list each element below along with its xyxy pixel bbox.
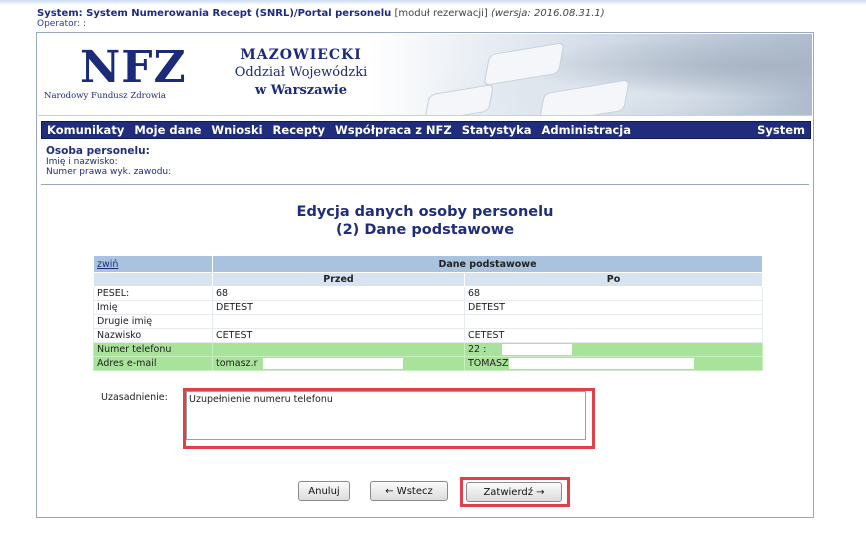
collapse-link[interactable]: zwiń [97, 259, 118, 270]
row-value-after: 22 : [468, 344, 487, 355]
menu-item-recepty[interactable]: Recepty [268, 123, 331, 137]
table-row: Drugie imię [93, 314, 763, 329]
row-label: PESEL: [93, 286, 213, 301]
row-label: Drugie imię [93, 314, 213, 329]
row-value-after [464, 314, 763, 329]
page-title-line-1: Edycja danych osoby personelu [296, 204, 554, 220]
row-value-before: CETEST [212, 328, 465, 343]
page-frame: NFZ Narodowy Fundusz Zdrowia MAZOWIECKI … [36, 32, 814, 518]
row-value-after: 68 [464, 286, 763, 301]
row-value-before: tomasz.r [216, 358, 258, 369]
keyboard-key-image [483, 41, 565, 87]
justification-label: Uzasadnienie: [101, 392, 168, 403]
redacted-box [502, 344, 573, 355]
branch-line-3: w Warszawie [255, 83, 347, 98]
row-value-after: TOMASZ [468, 358, 509, 369]
page-title-line-2: (2) Dane podstawowe [335, 222, 515, 238]
keyboard-key-image [423, 83, 495, 115]
operator-label: Operator: : [37, 19, 87, 29]
branch-line-2: Oddział Wojewódzki [234, 65, 368, 80]
basic-data-table: zwiń Dane podstawowe Przed Po PESEL: 68 … [93, 255, 763, 371]
confirm-highlight: Zatwierdź → [460, 477, 570, 507]
branch-name: MAZOWIECKI Oddział Wojewódzki w Warszawi… [216, 46, 386, 100]
person-name-label: Imię i nazwisko: [46, 157, 118, 167]
row-label: Adres e-mail [93, 356, 213, 371]
row-value-after-cell: TOMASZ [464, 356, 763, 371]
main-menu: Komunikaty Moje dane Wnioski Recepty Wsp… [41, 121, 811, 139]
redacted-box [263, 358, 404, 369]
row-value-after: DETEST [464, 300, 763, 315]
row-label: Numer telefonu [93, 342, 213, 357]
person-license-label: Numer prawa wyk. zawodu: [46, 167, 172, 177]
menu-item-system[interactable]: System [752, 123, 810, 137]
table-title: Dane podstawowe [212, 255, 763, 273]
menu-item-komunikaty[interactable]: Komunikaty [42, 123, 129, 137]
top-gradient-bar [0, 0, 866, 5]
menu-item-wspolpraca[interactable]: Współpraca z NFZ [330, 123, 457, 137]
table-row: Imię DETEST DETEST [93, 300, 763, 315]
table-row: PESEL: 68 68 [93, 286, 763, 301]
table-row: Nazwisko CETEST CETEST [93, 328, 763, 343]
menu-item-administracja[interactable]: Administracja [537, 123, 636, 137]
row-value-before [212, 314, 465, 329]
row-value-before [212, 342, 465, 357]
row-value-before: 68 [212, 286, 465, 301]
table-row-changed: Adres e-mail tomasz.r TOMASZ [93, 356, 763, 371]
cancel-button[interactable]: Anuluj [298, 481, 350, 501]
back-button[interactable]: ← Wstecz [370, 481, 448, 501]
person-info: Osoba personelu: Imię i nazwisko: Numer … [46, 145, 171, 177]
version-label: (wersja: 2016.08.31.1) [490, 8, 605, 19]
menu-item-moje-dane[interactable]: Moje dane [129, 123, 206, 137]
row-label: Nazwisko [93, 328, 213, 343]
row-value-after: CETEST [464, 328, 763, 343]
redacted-box [508, 358, 694, 369]
column-header-empty [93, 272, 213, 287]
branch-line-1: MAZOWIECKI [240, 47, 362, 63]
table-header-row: zwiń Dane podstawowe [93, 255, 763, 273]
justification-input[interactable]: Uzupełnienie numeru telefonu [186, 391, 586, 440]
column-header-after: Po [464, 272, 763, 287]
row-label: Imię [93, 300, 213, 315]
row-value-after-cell: 22 : [464, 342, 763, 357]
nfz-logo-subtitle: Narodowy Fundusz Zdrowia [44, 91, 166, 101]
nfz-logo: NFZ [80, 42, 187, 93]
menu-item-wnioski[interactable]: Wnioski [206, 123, 267, 137]
header-banner: NFZ Narodowy Fundusz Zdrowia MAZOWIECKI … [38, 34, 812, 116]
confirm-button[interactable]: Zatwierdź → [466, 482, 562, 502]
justification-highlight: Uzupełnienie numeru telefonu [183, 388, 595, 449]
column-header-before: Przed [212, 272, 465, 287]
table-column-header-row: Przed Po [93, 272, 763, 287]
system-info: System: System Numerowania Recept (SNRL)… [37, 8, 605, 19]
banner-photo [368, 34, 812, 115]
system-label: System: System Numerowania Recept (SNRL)… [37, 8, 392, 19]
row-value-before: DETEST [212, 300, 465, 315]
menu-item-statystyka[interactable]: Statystyka [457, 123, 537, 137]
table-row-changed: Numer telefonu 22 : [93, 342, 763, 357]
row-value-before-cell: tomasz.r [212, 356, 465, 371]
module-label: [moduł rezerwacji] [394, 8, 488, 19]
divider [41, 184, 809, 185]
collapse-cell: zwiń [93, 255, 213, 273]
person-title: Osoba personelu: [46, 145, 150, 157]
page-title: Edycja danych osoby personelu (2) Dane p… [37, 203, 813, 239]
keyboard-key-image [538, 79, 630, 115]
